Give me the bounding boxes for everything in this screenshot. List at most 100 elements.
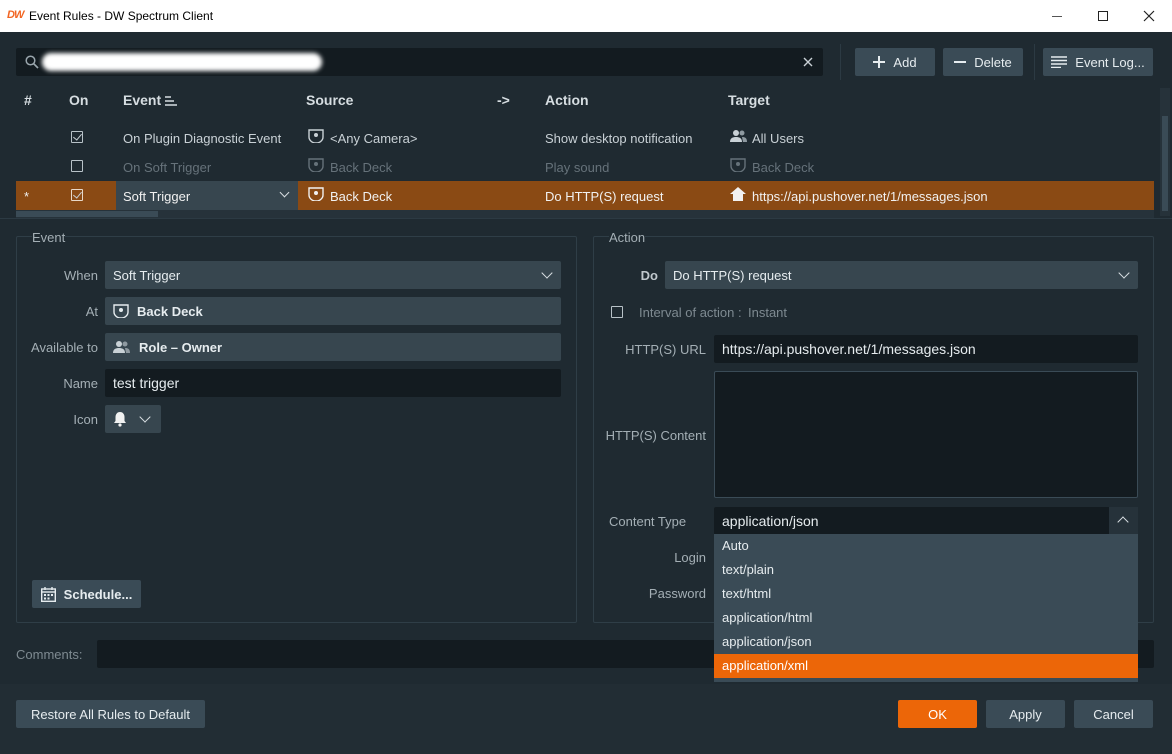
- toolbar-divider: [840, 44, 841, 80]
- content-type-options-list: Auto text/plain text/html application/ht…: [714, 534, 1138, 682]
- when-dropdown[interactable]: Soft Trigger: [105, 261, 561, 289]
- available-to-label: Available to: [31, 340, 98, 355]
- cancel-label: Cancel: [1093, 706, 1134, 722]
- row-action: Show desktop notification: [545, 131, 693, 146]
- dropdown-option[interactable]: application/html: [714, 606, 1138, 630]
- rule-enabled-checkbox[interactable]: [71, 189, 83, 201]
- interval-label: Interval of action :: [639, 305, 742, 320]
- restore-defaults-button[interactable]: Restore All Rules to Default: [16, 700, 205, 728]
- row-event: Soft Trigger: [123, 189, 191, 204]
- maximize-button[interactable]: [1080, 0, 1126, 32]
- plus-icon: [873, 56, 886, 68]
- event-group-title: Event: [32, 230, 66, 245]
- do-value: Do HTTP(S) request: [673, 267, 792, 283]
- chevron-up-icon: [1117, 516, 1129, 528]
- row-target: Back Deck: [752, 160, 815, 175]
- event-rules-window: DW Event Rules - DW Spectrum Client Add …: [0, 0, 1172, 754]
- column-header-arrow[interactable]: ->: [497, 92, 510, 108]
- vertical-scrollbar[interactable]: [1160, 88, 1170, 216]
- horizontal-scrollbar[interactable]: [16, 210, 1154, 218]
- url-label: HTTP(S) URL: [625, 342, 706, 357]
- search-input[interactable]: [16, 48, 823, 76]
- table-row[interactable]: On Soft Trigger Back Deck Play sound Bac…: [16, 152, 1154, 181]
- apply-button[interactable]: Apply: [986, 700, 1065, 728]
- name-input[interactable]: test trigger: [105, 369, 561, 397]
- name-value: test trigger: [113, 375, 180, 391]
- dropdown-option[interactable]: Auto: [714, 534, 1138, 558]
- at-value: Back Deck: [137, 303, 203, 319]
- splitter[interactable]: [0, 218, 1172, 219]
- dropdown-option[interactable]: application/json: [714, 630, 1138, 654]
- interval-checkbox[interactable]: [611, 306, 623, 318]
- schedule-button-label: Schedule...: [63, 586, 133, 602]
- comments-label: Comments:: [16, 647, 83, 662]
- row-action: Do HTTP(S) request: [545, 189, 664, 204]
- event-inline-dropdown[interactable]: Soft Trigger: [116, 181, 298, 210]
- content-textarea[interactable]: [714, 371, 1138, 498]
- clear-search-icon[interactable]: [803, 57, 813, 67]
- bell-icon: [114, 412, 126, 427]
- interval-value: Instant: [748, 305, 788, 320]
- event-group: [16, 236, 577, 623]
- content-type-dropdown[interactable]: application/json: [714, 507, 1138, 535]
- name-label: Name: [63, 376, 98, 391]
- row-event: On Plugin Diagnostic Event: [123, 131, 282, 146]
- icon-dropdown[interactable]: [105, 405, 161, 433]
- row-source: Back Deck: [330, 160, 393, 175]
- column-header-event[interactable]: Event: [123, 92, 161, 108]
- camera-icon: [308, 158, 324, 172]
- scrollbar-thumb[interactable]: [1162, 116, 1168, 211]
- delete-button[interactable]: Delete: [943, 48, 1023, 76]
- maximize-icon: [1098, 11, 1108, 21]
- home-icon: [730, 187, 746, 201]
- available-to-value: Role – Owner: [139, 339, 223, 355]
- cancel-button[interactable]: Cancel: [1074, 700, 1153, 728]
- chevron-down-icon: [1118, 267, 1130, 279]
- column-header-source[interactable]: Source: [306, 92, 353, 108]
- redacted-search-text: [42, 53, 322, 71]
- add-button-label: Add: [893, 54, 917, 70]
- scrollbar-thumb[interactable]: [16, 211, 158, 217]
- row-source: Back Deck: [330, 189, 393, 204]
- ok-button[interactable]: OK: [898, 700, 977, 728]
- dropdown-option-highlighted[interactable]: application/xml: [714, 654, 1138, 678]
- content-type-value: application/json: [722, 513, 819, 529]
- at-label: At: [85, 304, 98, 319]
- add-button[interactable]: Add: [855, 48, 935, 76]
- minimize-icon: [1052, 15, 1062, 17]
- sort-icon: [165, 96, 177, 106]
- content-label: HTTP(S) Content: [605, 428, 706, 443]
- window-title: Event Rules - DW Spectrum Client: [29, 9, 214, 23]
- when-label: When: [64, 268, 98, 283]
- at-field[interactable]: Back Deck: [105, 297, 561, 325]
- camera-icon: [730, 158, 746, 172]
- minus-icon: [954, 61, 967, 63]
- dropdown-option[interactable]: text/html: [714, 582, 1138, 606]
- column-header-action[interactable]: Action: [545, 92, 589, 108]
- table-row[interactable]: On Plugin Diagnostic Event <Any Camera> …: [16, 123, 1154, 152]
- rule-enabled-checkbox[interactable]: [71, 131, 83, 143]
- dropdown-toggle[interactable]: [1109, 507, 1138, 535]
- event-log-button[interactable]: Event Log...: [1043, 48, 1153, 76]
- url-input[interactable]: https://api.pushover.net/1/messages.json: [714, 335, 1138, 363]
- rule-enabled-checkbox[interactable]: [71, 160, 83, 172]
- delete-button-label: Delete: [974, 54, 1012, 70]
- close-button[interactable]: [1126, 0, 1172, 32]
- close-icon: [1143, 10, 1155, 22]
- content-type-label: Content Type: [609, 514, 687, 529]
- dropdown-option[interactable]: text/plain: [714, 558, 1138, 582]
- column-header-number[interactable]: #: [24, 92, 32, 108]
- app-logo: DW: [7, 9, 24, 21]
- do-dropdown[interactable]: Do HTTP(S) request: [665, 261, 1138, 289]
- column-header-target[interactable]: Target: [728, 92, 770, 108]
- available-to-field[interactable]: Role – Owner: [105, 333, 561, 361]
- column-header-on[interactable]: On: [69, 92, 88, 108]
- users-icon: [730, 130, 747, 142]
- when-value: Soft Trigger: [113, 267, 181, 283]
- restore-defaults-label: Restore All Rules to Default: [31, 706, 190, 722]
- users-icon: [113, 341, 130, 353]
- action-group-title: Action: [609, 230, 646, 245]
- schedule-button[interactable]: Schedule...: [32, 580, 141, 608]
- table-row-selected[interactable]: * Soft Trigger Back Deck Do HTTP(S) requ…: [16, 181, 1154, 210]
- minimize-button[interactable]: [1034, 0, 1080, 32]
